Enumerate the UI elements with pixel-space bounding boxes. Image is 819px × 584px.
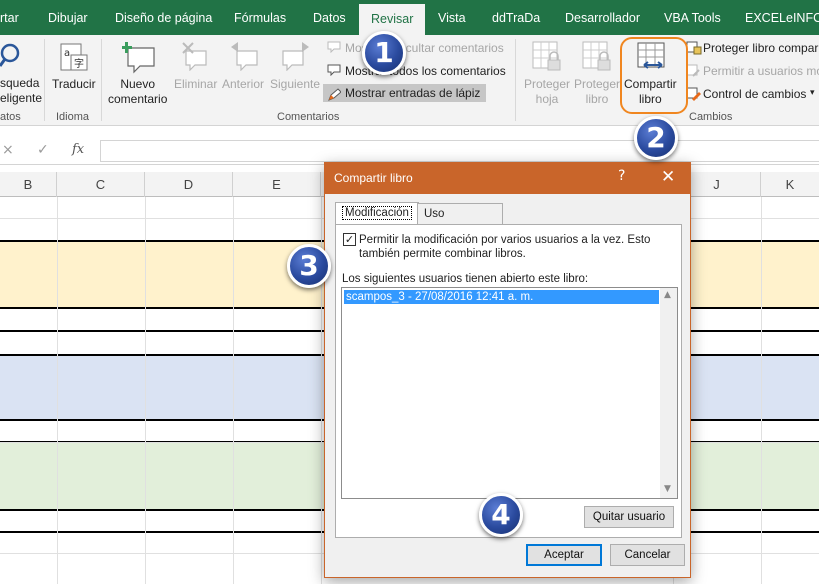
separator [515,39,516,121]
chevron-down-icon[interactable]: ▾ [810,87,815,98]
column-header-k[interactable]: K [761,172,819,197]
scroll-up-icon[interactable]: ▲ [664,290,671,300]
show-ink-button[interactable]: Mostrar entradas de lápiz [323,84,487,102]
separator [101,39,102,121]
allow-multiuser-label-1: Permitir la modificación por varios usua… [359,234,651,246]
callout-1: 1 [362,31,406,75]
tab-formulas[interactable]: Fórmulas [234,0,286,35]
callout-2: 2 [634,116,678,160]
protect-sheet-icon [532,41,561,71]
show-all-comments-icon [327,64,341,76]
track-changes-button[interactable]: Control de cambios [703,87,806,101]
tab-modificacion-label: Modificación [342,206,412,220]
allow-multiuser-label-2: también permite combinar libros. [359,248,526,260]
protect-workbook-icon [582,41,611,71]
users-list-label: Los siguientes usuarios tienen abierto e… [342,273,589,285]
remove-user-button[interactable]: Quitar usuario [584,506,674,528]
column-header-e[interactable]: E [233,172,321,197]
tab-panel: ✓ Permitir la modificación por varios us… [335,224,682,538]
delete-comment-button[interactable]: Eliminar [174,77,217,92]
column-header-b[interactable]: B [0,172,57,197]
column-header-c[interactable]: C [57,172,145,197]
svg-text:a: a [64,48,70,59]
group-label-cambios: Cambios [689,111,733,123]
column-header-d[interactable]: D [145,172,233,197]
group-label-idioma: Idioma [56,111,90,123]
smart-lookup-button[interactable]: squeda eligente [0,76,42,106]
show-hide-comment-icon [327,41,341,53]
separator [44,39,45,121]
cancel-button[interactable]: Cancelar [610,544,685,566]
tab-datos[interactable]: Datos [313,0,346,35]
allow-multiuser-checkbox[interactable]: ✓ [343,233,356,246]
delete-comment-icon [182,42,207,71]
new-comment-icon [122,42,155,74]
tab-revisar[interactable]: Revisar [359,4,426,35]
share-workbook-highlight [620,37,688,114]
ribbon: squeda eligente atos a 字 Traducir Idioma … [0,35,819,126]
tab-dibujar[interactable]: Dibujar [48,0,88,35]
callout-3: 3 [287,244,331,288]
col-line [57,197,58,584]
cancel-icon[interactable]: × [2,142,14,158]
allow-users-edit-button[interactable]: Permitir a usuarios mo [703,64,819,78]
help-icon[interactable]: ? [618,168,625,184]
pencil-icon [328,88,341,101]
col-line [233,197,234,584]
next-comment-icon [282,42,309,71]
list-scrollbar[interactable]: ▲ ▼ [660,288,677,498]
list-item[interactable]: scampos_3 - 27/08/2016 12:41 a. m. [344,290,659,304]
tab-modificacion[interactable]: Modificación [335,202,419,226]
insert-function-icon[interactable]: fx [72,142,84,157]
tab-desarrollador[interactable]: Desarrollador [565,0,640,35]
protect-and-share-button[interactable]: Proteger libro compar [703,41,818,55]
svg-text:字: 字 [74,57,84,70]
new-comment-button[interactable]: Nuevo comentario [108,77,167,107]
col-line [761,197,762,584]
translate-icon: a 字 [60,43,88,71]
allow-users-icon [686,64,700,77]
tab-uso-avanzado[interactable]: Uso avanzado [417,203,503,240]
dialog-title-bar[interactable]: Compartir libro ? ✕ [325,163,690,194]
callout-4: 4 [479,493,523,537]
scroll-down-icon[interactable]: ▼ [664,484,671,494]
formula-input[interactable] [100,140,819,162]
previous-comment-button[interactable]: Anterior [222,77,264,92]
enter-icon[interactable]: ✓ [37,142,49,158]
protect-sheet-button[interactable]: Proteger hoja [524,77,570,107]
protect-share-icon [686,41,702,55]
previous-comment-icon [231,42,258,71]
tab-exceleinfo[interactable]: EXCELeINFO [745,0,819,35]
users-list[interactable]: scampos_3 - 27/08/2016 12:41 a. m. ▲ ▼ [341,287,678,499]
ribbon-tab-bar: rtar Dibujar Diseño de página Fórmulas D… [0,0,819,35]
tab-insertar[interactable]: rtar [0,0,19,35]
track-changes-icon [686,87,701,101]
accept-button[interactable]: Aceptar [526,544,602,566]
close-icon[interactable]: ✕ [661,167,675,187]
group-label-datos: atos [0,111,21,123]
col-line [145,197,146,584]
tab-vista[interactable]: Vista [438,0,466,35]
group-label-comentarios: Comentarios [277,111,340,123]
tab-vba-tools[interactable]: VBA Tools [664,0,721,35]
smart-lookup-icon [0,43,20,67]
tab-ddtrada[interactable]: ddTraDa [492,0,540,35]
formula-bar: × ✓ fx [0,137,819,165]
translate-button[interactable]: Traducir [52,77,96,92]
tab-diseno-pagina[interactable]: Diseño de página [115,0,212,35]
protect-workbook-button[interactable]: Proteger libro [574,77,620,107]
next-comment-button[interactable]: Siguiente [270,77,320,92]
dialog-title: Compartir libro [334,171,413,185]
